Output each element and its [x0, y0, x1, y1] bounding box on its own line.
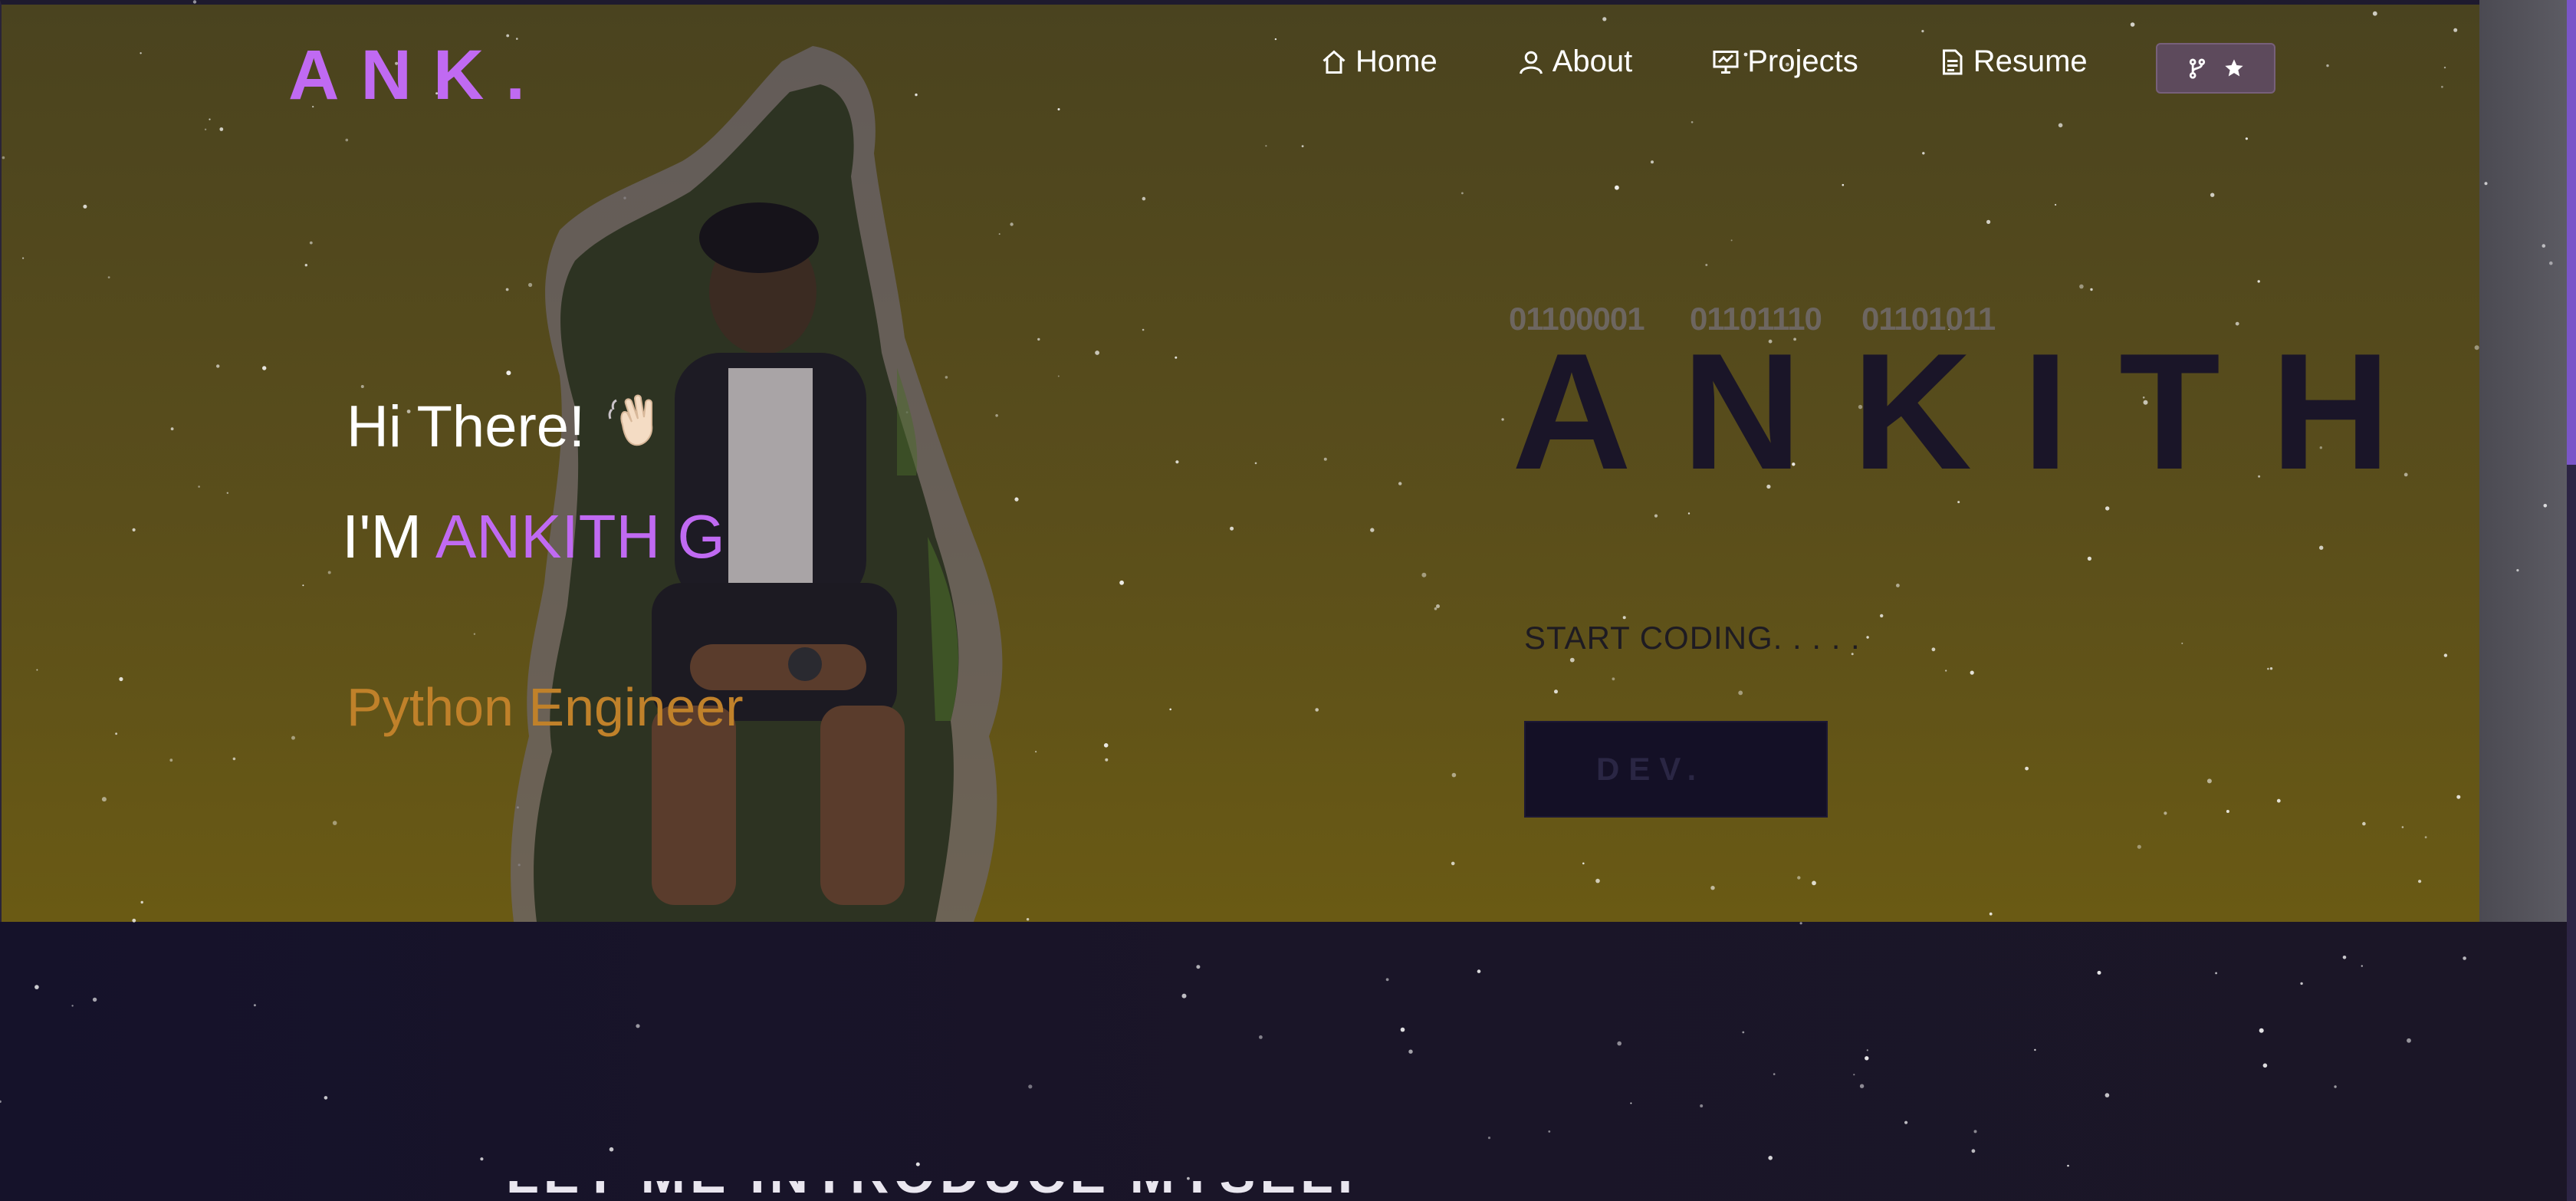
- nav-resume-label: Resume: [1973, 44, 2088, 78]
- user-icon: [1519, 51, 1543, 74]
- github-fork-button[interactable]: [2156, 43, 2275, 94]
- nav-about-label: About: [1552, 44, 1633, 78]
- git-fork-icon: [2189, 58, 2206, 79]
- greeting: Hi There!: [347, 391, 669, 460]
- intro-prefix: I'M: [342, 502, 422, 571]
- section-heading: LET ME INTRODUCE MYSELF: [506, 1181, 1375, 1201]
- big-name-title: ANKITH: [1512, 318, 2441, 504]
- waving-hand-icon: [608, 394, 653, 446]
- start-coding-text: START CODING. . . . .: [1524, 620, 1861, 656]
- role-typewriter: Python Engineer: [347, 677, 744, 737]
- page-scrollbar-thumb[interactable]: [2567, 0, 2576, 465]
- dev-button[interactable]: DEV.: [1524, 721, 1828, 818]
- intro-name: ANKITH G: [435, 502, 725, 571]
- scrollbar-track[interactable]: [2479, 0, 2567, 922]
- about-section: [0, 922, 2567, 1201]
- section-heading-text: LET ME INTRODUCE MYSELF: [506, 1181, 1375, 1201]
- star-icon: [2225, 59, 2243, 77]
- projects-icon: [1713, 50, 1739, 74]
- profile-photo: [511, 46, 1003, 922]
- site-logo[interactable]: ANK.: [288, 35, 547, 116]
- greeting-text: Hi There!: [347, 394, 586, 459]
- main-nav: Home About Projects Resume: [1320, 44, 2167, 79]
- nav-projects[interactable]: Projects: [1712, 44, 1858, 79]
- nav-resume[interactable]: Resume: [1938, 44, 2088, 79]
- nav-home-label: Home: [1355, 44, 1438, 78]
- home-icon: [1322, 49, 1346, 74]
- intro-heading: I'M ANKITH G: [342, 502, 725, 572]
- nav-about[interactable]: About: [1517, 44, 1633, 79]
- document-icon: [1942, 49, 1963, 74]
- nav-projects-label: Projects: [1747, 44, 1858, 78]
- nav-home[interactable]: Home: [1320, 44, 1438, 79]
